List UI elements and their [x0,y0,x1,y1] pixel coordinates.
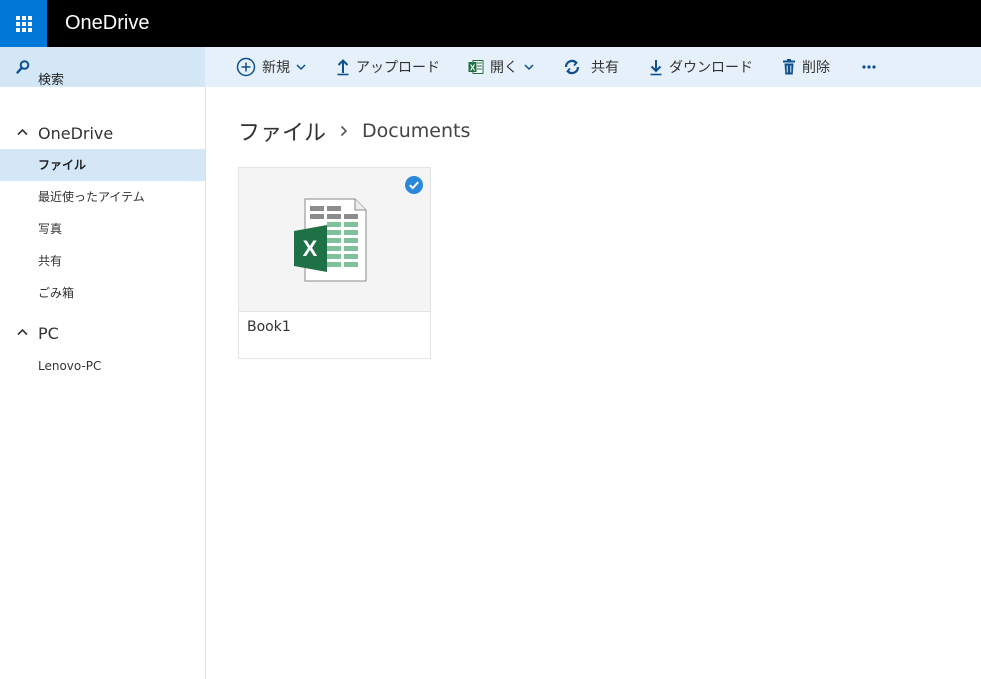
nav-item-photos[interactable]: 写真 [0,213,205,245]
nav-section-pc[interactable]: PC [0,319,205,347]
command-bar: 新規 アップロード X 開く 共有 ダウンロード 削除 [205,47,981,87]
delete-label: 削除 [802,60,830,76]
nav-item-lenovo-pc[interactable]: Lenovo-PC [0,350,205,382]
trash-icon [783,59,795,75]
top-bar: OneDrive [0,0,981,47]
file-thumbnail: X [239,168,430,312]
search-icon [16,60,30,74]
chevron-down-icon [524,64,534,71]
chevron-down-icon [296,64,306,71]
file-tile[interactable]: X Book1 [238,167,431,359]
download-button[interactable]: ダウンロード [649,47,753,87]
breadcrumb-root[interactable]: ファイル [238,115,326,147]
left-nav: OneDrive ファイル 最近使ったアイテム 写真 共有 ごみ箱 PC Len… [0,87,206,679]
nav-item-files[interactable]: ファイル [0,149,205,181]
open-label: 開く [490,60,518,76]
more-icon [862,65,876,69]
app-launcher-icon [15,15,32,32]
nav-item-recycle-bin[interactable]: ごみ箱 [0,277,205,309]
download-label: ダウンロード [669,60,753,76]
nav-heading-onedrive: OneDrive [38,123,114,143]
search-box[interactable]: 検索 [0,47,205,88]
nav-item-recent[interactable]: 最近使ったアイテム [0,181,205,213]
svg-text:X: X [470,64,476,73]
breadcrumb: ファイル Documents [238,116,470,146]
share-label: 共有 [591,60,619,76]
new-button[interactable]: 新規 [236,47,306,87]
more-button[interactable] [862,47,876,87]
delete-button[interactable]: 削除 [782,47,830,87]
add-circle-icon [236,57,256,77]
chevron-right-icon [340,125,348,137]
chevron-up-icon [17,328,28,336]
nav-item-shared[interactable]: 共有 [0,245,205,277]
excel-icon: X [468,60,484,74]
upload-label: アップロード [356,60,440,76]
search-label: 検索 [38,73,65,88]
download-icon [650,60,662,76]
nav-heading-pc: PC [38,323,59,343]
svg-text:X: X [303,236,318,261]
upload-icon [337,59,349,76]
breadcrumb-current: Documents [362,120,471,142]
nav-section-onedrive[interactable]: OneDrive [0,119,205,147]
file-name: Book1 [247,319,291,335]
upload-button[interactable]: アップロード [336,47,440,87]
excel-file-icon: X [294,198,367,282]
new-label: 新規 [262,60,290,76]
app-launcher-button[interactable] [0,0,47,47]
chevron-up-icon [17,128,28,136]
share-icon [564,59,580,75]
app-title[interactable]: OneDrive [65,0,149,47]
share-button[interactable]: 共有 [563,47,619,87]
open-button[interactable]: X 開く [468,47,534,87]
selected-check-icon[interactable] [405,176,423,194]
